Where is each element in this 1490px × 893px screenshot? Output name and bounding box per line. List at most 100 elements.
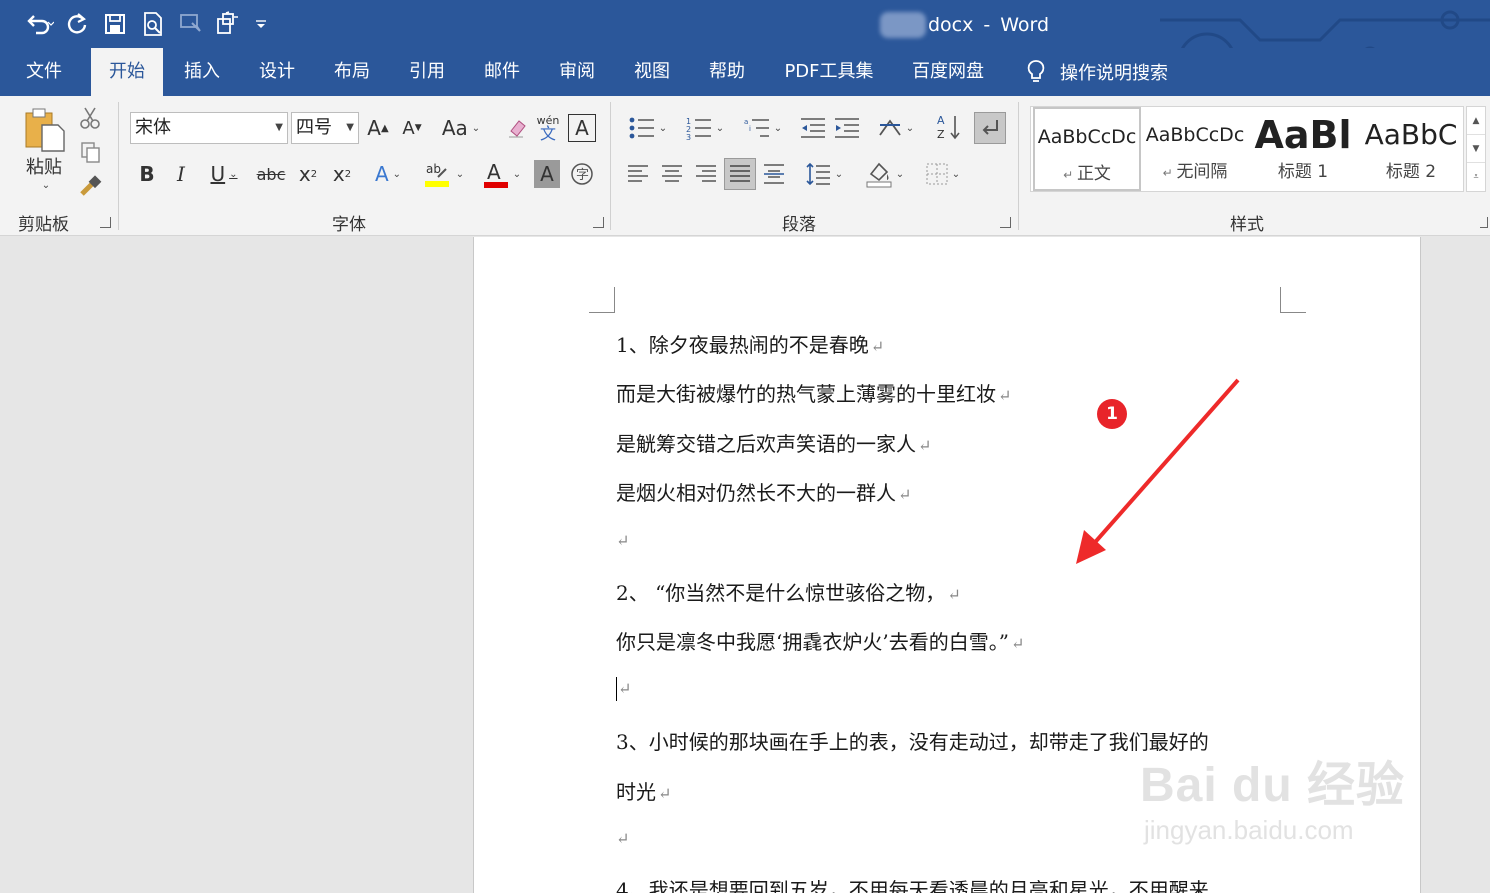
distributed-icon[interactable]	[760, 160, 788, 188]
font-color-icon[interactable]: A ⌄	[478, 158, 526, 190]
scroll-down-icon[interactable]: ▼	[1467, 135, 1485, 163]
tab-baidu-netdisk[interactable]: 百度网盘	[898, 48, 998, 96]
italic-icon[interactable]: I	[168, 160, 194, 188]
decrease-indent-icon[interactable]	[798, 114, 828, 142]
gallery-expand-icon[interactable]: ⩡	[1467, 163, 1485, 191]
multilevel-list-icon[interactable]: a i ⌄	[738, 114, 788, 142]
align-left-icon[interactable]	[624, 160, 652, 188]
text-line[interactable]: 2、 “你当然不是什么惊世骇俗之物， ↵	[616, 577, 961, 606]
svg-text:字: 字	[576, 168, 589, 183]
font-launcher-icon[interactable]	[593, 217, 604, 228]
justify-icon[interactable]	[724, 158, 756, 190]
show-hide-marks-icon[interactable]	[974, 112, 1006, 144]
svg-text:a: a	[744, 118, 748, 126]
character-border-icon[interactable]: A	[568, 114, 596, 142]
save-icon[interactable]	[98, 8, 132, 40]
styles-gallery-scroll[interactable]: ▲ ▼ ⩡	[1466, 106, 1486, 192]
style-no-spacing[interactable]: AaBbCcDc ↵ 无间隔	[1141, 107, 1249, 191]
text-line[interactable]: 时光 ↵	[616, 776, 671, 805]
watermark-url: jingyan.baidu.com	[1144, 815, 1354, 845]
crop-mark-top-left	[589, 287, 615, 313]
phonetic-guide-icon[interactable]: wén 文	[534, 112, 562, 142]
style-normal[interactable]: AaBbCcDc ↵ 正文	[1033, 107, 1141, 191]
bullets-icon[interactable]: ⌄	[624, 114, 672, 142]
text-line[interactable]: 是烟火相对仍然长不大的一群人 ↵	[616, 477, 911, 506]
tab-references[interactable]: 引用	[395, 48, 459, 96]
paste-dropdown-icon[interactable]: ⌄	[36, 178, 52, 192]
borders-icon[interactable]: ⌄	[918, 160, 968, 188]
paragraph-launcher-icon[interactable]	[1000, 217, 1011, 228]
text-effects-icon[interactable]: A ⌄	[366, 160, 410, 188]
tab-layout[interactable]: 布局	[320, 48, 384, 96]
empty-line[interactable]: ↵	[616, 527, 629, 551]
subscript-icon[interactable]: x2	[294, 160, 322, 188]
highlight-color-icon[interactable]: ab ⌄	[420, 158, 468, 190]
baidu-jingyan-watermark: Bai du 经验 jingyan.baidu.com	[1140, 745, 1405, 846]
text-line[interactable]: 而是大街被爆竹的热气蒙上薄雾的十里红妆 ↵	[616, 378, 1011, 407]
tab-home[interactable]: 开始	[91, 48, 163, 96]
shrink-font-icon[interactable]: A ▼	[398, 114, 426, 142]
empty-line[interactable]: ↵	[616, 825, 629, 849]
redo-icon[interactable]	[60, 8, 94, 40]
clipboard-launcher-icon[interactable]	[100, 217, 111, 228]
cursor-line[interactable]: ↵	[616, 675, 631, 701]
crop-mark-top-right	[1280, 287, 1306, 313]
paragraph-group-label: 段落	[782, 215, 816, 235]
align-right-icon[interactable]	[692, 160, 720, 188]
bold-icon[interactable]: B	[134, 160, 160, 188]
group-divider	[610, 102, 611, 230]
copy-icon[interactable]	[76, 138, 104, 166]
shading-icon[interactable]: ⌄	[860, 158, 910, 190]
text-line[interactable]: 是觥筹交错之后欢声笑语的一家人 ↵	[616, 428, 931, 457]
align-center-icon[interactable]	[658, 160, 686, 188]
style-heading-2[interactable]: AaBbC 标题 2	[1357, 107, 1465, 191]
grow-font-icon[interactable]: A ▲	[364, 114, 392, 142]
clear-formatting-icon[interactable]	[502, 114, 530, 142]
tab-mailings[interactable]: 邮件	[470, 48, 534, 96]
svg-text:Z: Z	[937, 128, 945, 141]
tab-insert[interactable]: 插入	[170, 48, 234, 96]
change-case-icon[interactable]: Aa ⌄	[438, 114, 484, 142]
style-preview: AaBbCcDc	[1037, 126, 1137, 148]
tab-view[interactable]: 视图	[620, 48, 684, 96]
tab-help[interactable]: 帮助	[695, 48, 759, 96]
paste-button[interactable]: 粘贴	[18, 154, 70, 178]
style-heading-1[interactable]: AaBl 标题 1	[1249, 107, 1357, 191]
line-spacing-icon[interactable]: ⌄	[800, 160, 848, 188]
format-painter-icon[interactable]	[76, 172, 104, 200]
annotation-arrow	[1076, 378, 1240, 564]
scroll-up-icon[interactable]: ▲	[1467, 107, 1485, 135]
text-line[interactable]: 你只是凛冬中我愿‘拥毳衣炉火’去看的白雪。” ↵	[616, 626, 1024, 655]
styles-launcher-icon[interactable]	[1480, 217, 1488, 228]
tab-review[interactable]: 审阅	[545, 48, 609, 96]
underline-icon[interactable]: U ⌄	[200, 160, 248, 188]
chevron-down-icon: ▼	[346, 122, 354, 133]
svg-text:A: A	[937, 114, 945, 127]
cut-icon[interactable]	[76, 104, 104, 132]
tell-me-search[interactable]: 操作说明搜索	[1026, 48, 1168, 96]
touch-mode-icon[interactable]	[174, 8, 208, 40]
qat-dropdown-icon[interactable]	[250, 8, 272, 40]
text-line[interactable]: 3、小时候的那块画在手上的表，没有走动过，却带走了我们最好的	[616, 726, 1209, 755]
group-divider	[118, 102, 119, 230]
font-name-combo[interactable]: 宋体 ▼	[130, 112, 288, 144]
superscript-icon[interactable]: x2	[328, 160, 356, 188]
print-preview-icon[interactable]	[136, 8, 170, 40]
increase-indent-icon[interactable]	[832, 114, 862, 142]
chinese-layout-icon[interactable]: ⌄	[872, 114, 920, 142]
strikethrough-icon[interactable]: abc	[256, 160, 286, 188]
text-line[interactable]: 1、除夕夜最热闹的不是春晚 ↵	[616, 329, 884, 358]
customize-icon[interactable]	[212, 8, 246, 40]
tab-design[interactable]: 设计	[245, 48, 309, 96]
character-shading-icon[interactable]: A	[534, 160, 560, 188]
tab-pdf-tools[interactable]: PDF工具集	[770, 48, 888, 96]
font-size-combo[interactable]: 四号 ▼	[291, 112, 359, 144]
enclose-characters-icon[interactable]: 字	[568, 160, 596, 188]
paste-icon[interactable]	[20, 104, 68, 154]
text-line[interactable]: 4、我还是想要回到五岁，不用每天看透晨的月亮和星光，不用醒来	[616, 874, 1209, 893]
undo-icon[interactable]	[22, 8, 56, 40]
sort-icon[interactable]: AZ	[934, 112, 964, 142]
svg-text:3: 3	[686, 133, 691, 140]
numbering-icon[interactable]: 1 2 3 ⌄	[680, 114, 730, 142]
tab-file[interactable]: 文件	[10, 48, 78, 96]
